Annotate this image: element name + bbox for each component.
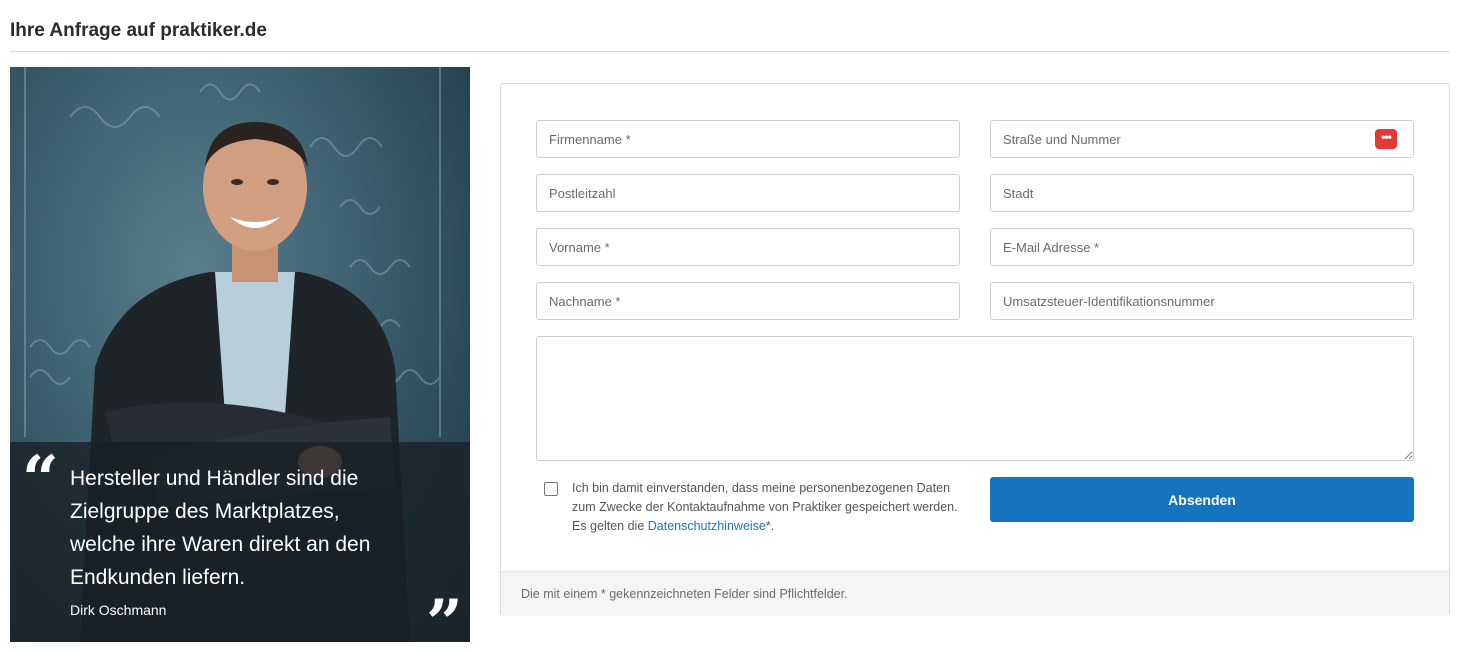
title-divider [10, 51, 1450, 52]
submit-button[interactable]: Absenden [990, 477, 1414, 522]
last-name-input[interactable] [536, 282, 960, 320]
street-input[interactable] [990, 120, 1414, 158]
consent-checkbox[interactable] [544, 482, 558, 496]
inquiry-form: ••• Ich bin damit einverstanden, dass me… [500, 83, 1450, 616]
zip-code-input[interactable] [536, 174, 960, 212]
required-fields-note: Die mit einem * gekennzeichneten Felder … [521, 587, 848, 601]
vat-id-input[interactable] [990, 282, 1414, 320]
testimonial-quote: Hersteller und Händler sind die Zielgrup… [70, 467, 371, 589]
first-name-input[interactable] [536, 228, 960, 266]
privacy-policy-link[interactable]: Datenschutzhinweise [648, 519, 766, 533]
quote-close-icon: ” [426, 586, 463, 643]
quote-overlay: “ Hersteller und Händler sind die Zielgr… [10, 442, 470, 642]
company-name-input[interactable] [536, 120, 960, 158]
email-input[interactable] [990, 228, 1414, 266]
message-textarea[interactable] [536, 336, 1414, 461]
password-manager-icon[interactable]: ••• [1375, 129, 1397, 149]
consent-text-suffix: *. [765, 519, 775, 533]
page-title: Ihre Anfrage auf praktiker.de [10, 20, 267, 41]
consent-text: Ich bin damit einverstanden, dass meine … [572, 479, 962, 536]
testimonial-author: Dirk Oschmann [70, 602, 167, 618]
quote-open-icon: “ [22, 442, 59, 517]
testimonial-photo: “ Hersteller und Händler sind die Zielgr… [10, 67, 470, 642]
city-input[interactable] [990, 174, 1414, 212]
form-footer: Die mit einem * gekennzeichneten Felder … [501, 571, 1449, 616]
